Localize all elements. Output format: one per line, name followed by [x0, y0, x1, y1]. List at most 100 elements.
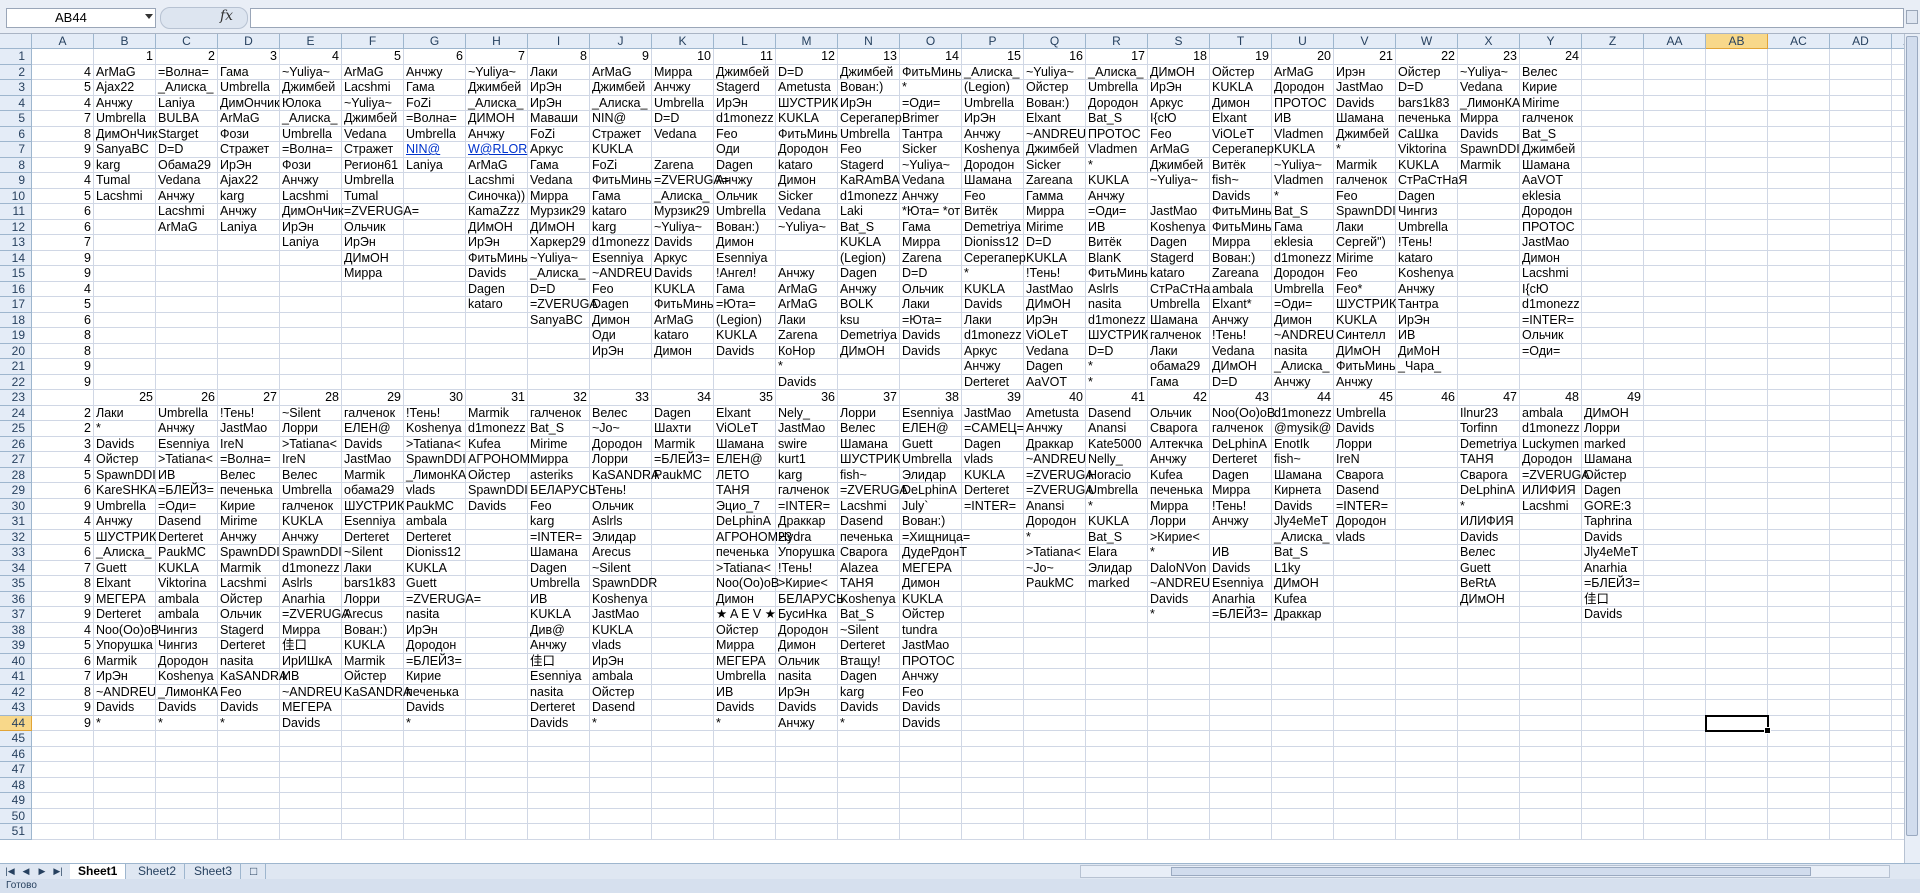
cell-d28[interactable]: Велес [218, 467, 280, 483]
cell-x10[interactable] [1458, 188, 1520, 204]
cell-l43[interactable]: Davids [714, 700, 776, 716]
cell-g17[interactable] [404, 297, 466, 313]
cell-ae22[interactable] [1892, 375, 1904, 390]
cell-m46[interactable] [776, 746, 838, 762]
cell-s26[interactable]: Алтекчка [1148, 436, 1210, 452]
cell-q18[interactable]: ИрЭн [1024, 312, 1086, 328]
cell-b11[interactable] [94, 204, 156, 220]
cell-g10[interactable] [404, 188, 466, 204]
cell-g18[interactable] [404, 312, 466, 328]
cell-p19[interactable]: d1monezz [962, 328, 1024, 344]
cell-q36[interactable] [1024, 591, 1086, 607]
cell-y47[interactable] [1520, 762, 1582, 778]
cell-u33[interactable]: Bat_S [1272, 545, 1334, 561]
cell-aa5[interactable] [1644, 111, 1706, 127]
cell-c38[interactable]: Чингиз [156, 622, 218, 638]
cell-o7[interactable]: Sicker [900, 142, 962, 158]
cell-g45[interactable] [404, 731, 466, 747]
row-header-35[interactable]: 35 [0, 576, 32, 592]
cell-f26[interactable]: Davids [342, 436, 404, 452]
cell-j5[interactable]: NIN@ [590, 111, 652, 127]
cell-j34[interactable]: ~Silent [590, 560, 652, 576]
cell-y41[interactable] [1520, 669, 1582, 685]
cell-u22[interactable]: Анчжу [1272, 374, 1334, 390]
cell-g33[interactable]: Dioniss12 [404, 545, 466, 561]
cell-w32[interactable] [1396, 529, 1458, 545]
cell-e24[interactable]: ~Silent [280, 405, 342, 421]
cell-ad22[interactable] [1830, 374, 1892, 390]
cell-g34[interactable]: KUKLA [404, 560, 466, 576]
cell-ae16[interactable] [1892, 282, 1904, 297]
cell-q6[interactable]: ~ANDREU [1024, 126, 1086, 142]
cell-r12[interactable]: ИВ [1086, 219, 1148, 235]
cell-e9[interactable]: Анчжу [280, 173, 342, 189]
cell-i48[interactable] [528, 777, 590, 793]
cell-ab5[interactable] [1706, 111, 1768, 127]
cell-r10[interactable]: Анчжу [1086, 188, 1148, 204]
cell-t35[interactable]: Esenniya [1210, 576, 1272, 592]
row-header-19[interactable]: 19 [0, 328, 32, 344]
cell-w36[interactable] [1396, 591, 1458, 607]
cell-r50[interactable] [1086, 808, 1148, 824]
cell-v35[interactable] [1334, 576, 1396, 592]
cell-d38[interactable]: Stagerd [218, 622, 280, 638]
cell-m1[interactable]: 12 [776, 49, 838, 65]
cell-l49[interactable] [714, 793, 776, 809]
cell-g32[interactable]: Derteret [404, 529, 466, 545]
cell-ac49[interactable] [1768, 793, 1830, 809]
cell-ad32[interactable] [1830, 529, 1892, 545]
cell-y12[interactable]: ПРОТОС [1520, 219, 1582, 235]
cell-z1[interactable] [1582, 49, 1644, 65]
cell-x13[interactable] [1458, 235, 1520, 251]
cell-j36[interactable]: Koshenya [590, 591, 652, 607]
cell-j27[interactable]: Лорри [590, 452, 652, 468]
cell-e37[interactable]: =ZVERUGA [280, 607, 350, 623]
cell-l32[interactable]: АГРОНОМ23 [714, 529, 792, 545]
cell-s21[interactable]: обама29 [1148, 359, 1210, 375]
cell-u8[interactable]: ~Yuliya~ [1272, 157, 1334, 173]
cell-ad7[interactable] [1830, 142, 1892, 158]
cell-h8[interactable]: ArMaG [466, 157, 528, 173]
cell-p38[interactable] [962, 622, 1024, 638]
cell-p2[interactable]: _Алиска_ [962, 64, 1024, 80]
cell-n26[interactable]: Шамана [838, 436, 900, 452]
cell-d41[interactable]: KaSANDRA [218, 669, 287, 685]
cell-w26[interactable] [1396, 436, 1458, 452]
cell-k8[interactable]: Zarena [652, 157, 714, 173]
cell-w46[interactable] [1396, 746, 1458, 762]
cell-ac33[interactable] [1768, 545, 1830, 561]
cell-w23[interactable]: 46 [1396, 390, 1458, 406]
cell-b4[interactable]: Анчжу [94, 95, 156, 111]
cell-r38[interactable] [1086, 622, 1148, 638]
cell-a45[interactable] [32, 731, 94, 747]
cell-u45[interactable] [1272, 731, 1334, 747]
cell-ab7[interactable] [1706, 142, 1768, 158]
cell-d24[interactable]: !Тень! [218, 405, 280, 421]
cell-n8[interactable]: Stagerd [838, 157, 900, 173]
cell-x12[interactable] [1458, 219, 1520, 235]
cell-f30[interactable]: ШУСТРИК [342, 498, 404, 514]
cell-l35[interactable]: Noo(Oo)oB [714, 576, 779, 592]
cell-s38[interactable] [1148, 622, 1210, 638]
cell-d16[interactable] [218, 281, 280, 297]
cell-o44[interactable]: Davids [900, 715, 962, 731]
cell-w18[interactable]: ИрЭн [1396, 312, 1458, 328]
cell-m2[interactable]: D=D [776, 64, 838, 80]
cell-n15[interactable]: Dagen [838, 266, 900, 282]
cell-aa22[interactable] [1644, 374, 1706, 390]
cell-l50[interactable] [714, 808, 776, 824]
cell-k27[interactable]: =БЛЕЙЗ= [652, 452, 714, 468]
cell-a27[interactable]: 4 [32, 452, 94, 468]
cell-ab49[interactable] [1706, 793, 1768, 809]
cell-x36[interactable]: ДИмОН [1458, 591, 1520, 607]
cell-s36[interactable]: Davids [1148, 591, 1210, 607]
cell-e39[interactable]: 佳口 [280, 638, 342, 654]
cell-l7[interactable]: Оди [714, 142, 776, 158]
cell-c42[interactable]: _ЛимонКА [156, 684, 218, 700]
cell-x33[interactable]: Велес [1458, 545, 1520, 561]
cell-u43[interactable] [1272, 700, 1334, 716]
cell-ab46[interactable] [1706, 746, 1768, 762]
cell-v38[interactable] [1334, 622, 1396, 638]
cell-x11[interactable] [1458, 204, 1520, 220]
cell-k36[interactable] [652, 591, 714, 607]
